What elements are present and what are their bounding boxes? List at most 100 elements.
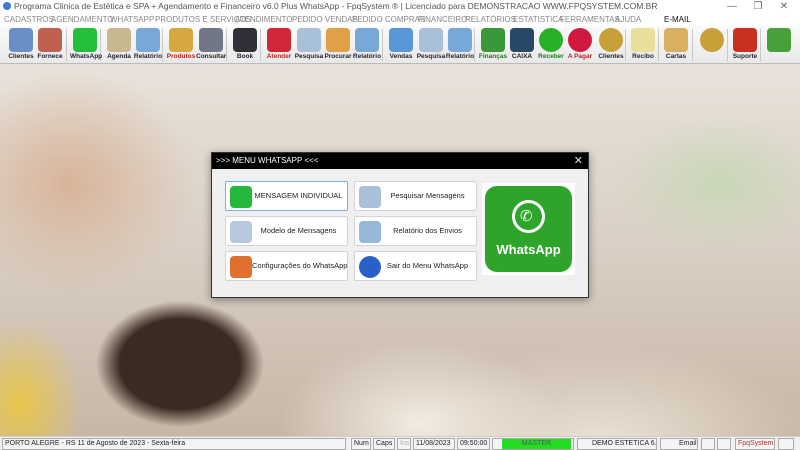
toolbar-separator bbox=[226, 29, 227, 61]
toolbar-icon bbox=[481, 28, 505, 52]
logo-text: WhatsApp bbox=[496, 242, 561, 257]
button-label: Configurações do WhatsApp bbox=[252, 261, 348, 270]
button-label: Sair do Menu WhatsApp bbox=[386, 261, 469, 270]
menu-whatsapp[interactable]: WHATSAPP bbox=[110, 13, 154, 26]
toolbar-button-suporte[interactable]: Suporte bbox=[730, 27, 760, 63]
menu-atendimento[interactable]: ATENDIMENTO bbox=[235, 13, 292, 26]
toolbar-separator bbox=[727, 29, 728, 61]
toolbar-button-recibo[interactable]: Recibo bbox=[628, 27, 658, 63]
toolbar-button-relat-rio[interactable]: Relatório bbox=[352, 27, 382, 63]
toolbar-icon bbox=[767, 28, 791, 52]
toolbar-icon bbox=[107, 28, 131, 52]
menu-estatistica[interactable]: ESTATISTICA bbox=[513, 13, 563, 26]
toolbar-button-a-pagar[interactable]: A Pagar bbox=[565, 27, 595, 63]
user-label: MASTER bbox=[502, 439, 571, 449]
toolbar-icon bbox=[199, 28, 223, 52]
toolbar-icon bbox=[326, 28, 350, 52]
menu-financeiro[interactable]: FINANCEIRO bbox=[418, 13, 467, 26]
toolbar-separator bbox=[760, 29, 761, 61]
toolbar-label: Relatório bbox=[133, 53, 163, 60]
toolbar-button-item[interactable] bbox=[764, 27, 794, 63]
menu-ferramentas[interactable]: FERRAMENTAS bbox=[560, 13, 620, 26]
toolbar-button-finan-as[interactable]: Finanças bbox=[478, 27, 508, 63]
toolbar-label: CAIXA bbox=[511, 53, 533, 60]
toolbar-button-whatsapp[interactable]: WhatsApp bbox=[70, 27, 102, 63]
pesquisar-mensagens-button[interactable]: Pesquisar Mensagens bbox=[354, 181, 477, 211]
toolbar-button-produtos[interactable]: Produtos bbox=[166, 27, 196, 63]
toolbar-label: Pesquisa bbox=[416, 53, 446, 60]
toolbar-button-procurar[interactable]: Procurar bbox=[323, 27, 353, 63]
toolbar-label: Pesquisa bbox=[294, 53, 324, 60]
menu-pedido-compras[interactable]: PEDIDO COMPRAS bbox=[352, 13, 425, 26]
toolbar-button-relat-rio[interactable]: Relatório bbox=[133, 27, 163, 63]
status-location: PORTO ALEGRE - RS 11 de Agosto de 2023 -… bbox=[2, 438, 346, 450]
calculator-icon[interactable] bbox=[717, 438, 731, 450]
toolbar-button-agenda[interactable]: Agenda bbox=[104, 27, 134, 63]
toolbar-label: Agenda bbox=[107, 53, 131, 60]
menu-cadastros[interactable]: CADASTROS bbox=[4, 13, 54, 26]
menu-bar: CADASTROS AGENDAMENTO WHATSAPP PRODUTOS E S… bbox=[0, 13, 800, 26]
toolbar-button-book[interactable]: Book bbox=[230, 27, 260, 63]
relatorio-dos-envios-button[interactable]: Relatório dos Envios bbox=[354, 216, 477, 246]
modelo-de-mensagens-button[interactable]: Modelo de Mensagens bbox=[225, 216, 348, 246]
toolbar-button-relat-rio[interactable]: Relatório bbox=[445, 27, 475, 63]
menu-relat-rios[interactable]: RELATÓRIOS bbox=[465, 13, 516, 26]
menu-ajuda[interactable]: AJUDA bbox=[615, 13, 641, 26]
minimize-button[interactable]: — bbox=[722, 0, 742, 13]
toolbar-icon bbox=[38, 28, 62, 52]
modelo-de-mensagens-icon bbox=[230, 221, 252, 243]
toolbar-button-atender[interactable]: Atender bbox=[264, 27, 294, 63]
toolbar-icon bbox=[389, 28, 413, 52]
toolbar-button-item[interactable] bbox=[697, 27, 727, 63]
menu-agendamento[interactable]: AGENDAMENTO bbox=[51, 13, 114, 26]
toolbar-icon bbox=[169, 28, 193, 52]
menu-e-mail[interactable]: E-MAIL bbox=[654, 13, 691, 26]
sair-menu-whatsapp-icon bbox=[359, 256, 381, 278]
status-caps: Caps bbox=[373, 438, 395, 450]
toolbar-button-pesquisa[interactable]: Pesquisa bbox=[294, 27, 324, 63]
toolbar-button-cartas[interactable]: Cartas bbox=[661, 27, 691, 63]
toolbar-label: Finanças bbox=[478, 53, 508, 60]
toolbar-icon bbox=[136, 28, 160, 52]
toolbar-button-caixa[interactable]: CAIXA bbox=[507, 27, 537, 63]
toolbar-label: Procurar bbox=[324, 53, 352, 60]
toolbar-label: Cartas bbox=[665, 53, 687, 60]
toolbar-icon bbox=[599, 28, 623, 52]
toolbar-label: Atender bbox=[266, 53, 292, 60]
configuracoes-whatsapp-button[interactable]: Configurações do WhatsApp bbox=[225, 251, 348, 281]
toolbar-button-receber[interactable]: Receber bbox=[536, 27, 566, 63]
menu-pedido-vendas[interactable]: PEDIDO VENDAS bbox=[292, 13, 358, 26]
toolbar-icon bbox=[631, 28, 655, 52]
toolbar-icon bbox=[9, 28, 33, 52]
toolbar-button-consultar[interactable]: Consultar bbox=[196, 27, 226, 63]
toolbar-label: Book bbox=[236, 53, 254, 60]
close-button[interactable]: ✕ bbox=[774, 0, 794, 13]
toolbar-button-clientes[interactable]: Clientes bbox=[596, 27, 626, 63]
toolbar-separator bbox=[692, 29, 693, 61]
printer-icon[interactable] bbox=[701, 438, 715, 450]
toolbar-label: Suporte bbox=[732, 53, 758, 60]
status-brand: FpqSystem bbox=[735, 438, 775, 450]
mensagem-individual-button[interactable]: MENSAGEM INDIVIDUAL bbox=[225, 181, 348, 211]
sair-menu-whatsapp-button[interactable]: Sair do Menu WhatsApp bbox=[354, 251, 477, 281]
toolbar-icon bbox=[355, 28, 379, 52]
status-time: 09:50:00 bbox=[457, 438, 490, 450]
status-ins: Ins bbox=[397, 438, 411, 450]
status-num: Num bbox=[351, 438, 371, 450]
toolbar-icon bbox=[267, 28, 291, 52]
toolbar-label: Recibo bbox=[632, 53, 654, 60]
toolbar-button-vendas[interactable]: Vendas bbox=[386, 27, 416, 63]
toolbar-button-pesquisa[interactable]: Pesquisa bbox=[416, 27, 446, 63]
status-email[interactable]: Email bbox=[660, 438, 698, 450]
dialog-title: >>> MENU WHATSAPP <<< bbox=[216, 156, 319, 165]
button-label: Relatório dos Envios bbox=[393, 226, 462, 235]
maximize-button[interactable]: ❐ bbox=[748, 0, 768, 13]
toolbar-icon bbox=[510, 28, 534, 52]
dialog-close-button[interactable]: ✕ bbox=[574, 153, 583, 169]
button-label: Pesquisar Mensagens bbox=[390, 191, 465, 200]
whatsapp-logo: ✆ WhatsApp bbox=[482, 183, 575, 275]
toolbar-button-clientes[interactable]: Clientes bbox=[6, 27, 36, 63]
status-bar: PORTO ALEGRE - RS 11 de Agosto de 2023 -… bbox=[0, 436, 800, 450]
button-label: MENSAGEM INDIVIDUAL bbox=[254, 191, 343, 200]
toolbar-button-fornece[interactable]: Fornece bbox=[35, 27, 65, 63]
